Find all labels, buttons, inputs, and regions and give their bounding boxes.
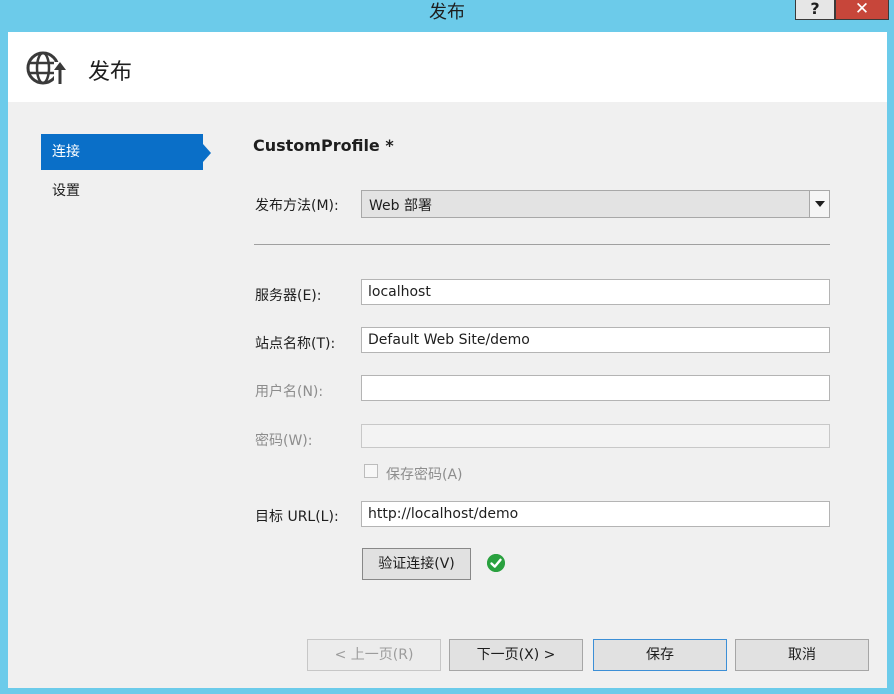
sidebar-item-settings[interactable]: 设置 — [41, 173, 203, 209]
dialog-header: 发布 — [8, 32, 887, 102]
section-divider — [254, 244, 830, 245]
target-url-input[interactable] — [361, 501, 830, 527]
dialog-title: 发布 — [88, 60, 133, 85]
save-password-checkbox — [364, 464, 378, 478]
save-button[interactable]: 保存 — [593, 639, 727, 671]
password-label: 密码(W): — [255, 433, 313, 449]
site-name-label: 站点名称(T): — [255, 336, 336, 352]
cancel-button[interactable]: 取消 — [735, 639, 869, 671]
check-circle-icon — [487, 554, 505, 572]
globe-publish-icon — [26, 51, 66, 86]
validate-connection-button[interactable]: 验证连接(V) — [362, 548, 471, 580]
target-url-label: 目标 URL(L): — [255, 509, 339, 525]
publish-dialog: 发布 连接 设置 CustomProfile * 发布方法(M): Web 部署… — [8, 32, 887, 688]
server-label: 服务器(E): — [255, 288, 322, 304]
next-button[interactable]: 下一页(X) > — [449, 639, 583, 671]
window-title: 发布 — [429, 2, 465, 23]
publish-method-select[interactable]: Web 部署 — [361, 190, 830, 218]
title-bar: 发布 ? ✕ — [0, 0, 894, 32]
publish-method-value: Web 部署 — [369, 198, 432, 214]
password-input — [361, 424, 830, 448]
help-button[interactable]: ? — [795, 0, 835, 20]
username-input[interactable] — [361, 375, 830, 401]
dropdown-button[interactable] — [809, 191, 829, 217]
chevron-down-icon — [815, 201, 825, 207]
username-label: 用户名(N): — [255, 384, 324, 400]
active-nav-arrow — [203, 144, 211, 162]
close-button[interactable]: ✕ — [835, 0, 889, 20]
sidebar-item-connection[interactable]: 连接 — [41, 134, 203, 170]
site-name-input[interactable] — [361, 327, 830, 353]
publish-method-label: 发布方法(M): — [255, 198, 339, 214]
profile-name: CustomProfile * — [253, 136, 394, 155]
previous-button[interactable]: < 上一页(R) — [307, 639, 441, 671]
server-input[interactable] — [361, 279, 830, 305]
save-password-label: 保存密码(A) — [386, 467, 463, 483]
